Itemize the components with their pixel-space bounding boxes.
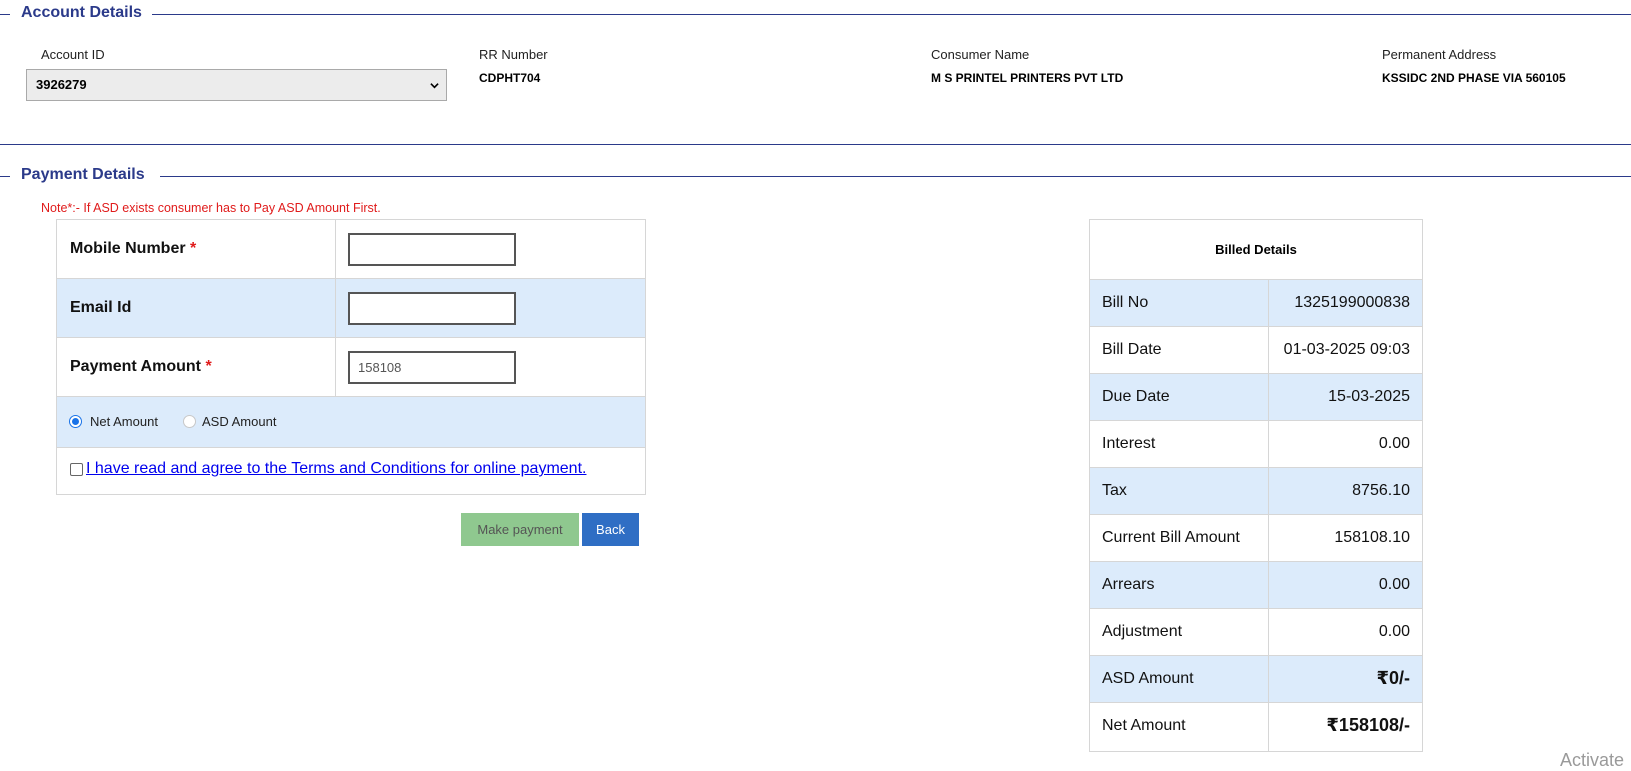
back-button[interactable]: Back — [582, 513, 639, 546]
header-tick — [0, 176, 10, 177]
arrears-label: Arrears — [1102, 576, 1155, 593]
payment-amount-input[interactable]: 158108 — [348, 351, 516, 384]
email-input[interactable] — [348, 292, 516, 325]
account-id-label: Account ID — [41, 47, 105, 62]
table-row: Tax 8756.10 — [1090, 468, 1422, 515]
row-divider — [335, 220, 336, 278]
interest-label: Interest — [1102, 435, 1156, 452]
adjustment-label: Adjustment — [1102, 623, 1183, 640]
mobile-row: Mobile Number * — [57, 220, 645, 279]
current-bill-value: 158108.10 — [1334, 529, 1410, 546]
current-bill-label: Current Bill Amount — [1102, 529, 1240, 546]
asd-amount-label: ASD Amount — [202, 414, 277, 429]
arrears-value: 0.00 — [1378, 576, 1410, 593]
amount-row: Payment Amount * 158108 — [57, 338, 645, 397]
payment-form: Mobile Number * Email Id Payment Amount … — [56, 219, 646, 495]
asd-amount-row-value: ₹0/- — [1376, 668, 1410, 688]
cell-divider — [1268, 703, 1269, 751]
cell-divider — [1268, 515, 1269, 561]
mobile-input[interactable] — [348, 233, 516, 266]
permanent-address-value: KSSIDC 2ND PHASE VIA 560105 — [1382, 71, 1566, 85]
permanent-address-label: Permanent Address — [1382, 47, 1497, 62]
billed-details-table: Billed Details Bill No 1325199000838 Bil… — [1089, 219, 1423, 752]
table-row: Adjustment 0.00 — [1090, 609, 1422, 656]
section-divider — [0, 144, 1631, 145]
net-amount-label: Net Amount — [90, 414, 158, 429]
email-row: Email Id — [57, 279, 645, 338]
table-row: Bill No 1325199000838 — [1090, 280, 1422, 327]
chevron-down-icon — [430, 83, 439, 89]
table-row: Arrears 0.00 — [1090, 562, 1422, 609]
billed-details-title: Billed Details — [1090, 220, 1422, 280]
cell-divider — [1268, 562, 1269, 608]
consumer-name-label: Consumer Name — [931, 47, 1030, 62]
mobile-label: Mobile Number * — [70, 240, 196, 258]
tax-value: 8756.10 — [1352, 482, 1410, 499]
table-row: Net Amount ₹158108/- — [1090, 703, 1422, 751]
amount-label-text: Payment Amount — [70, 358, 201, 375]
due-date-value: 15-03-2025 — [1328, 388, 1410, 405]
activate-watermark: Activate — [1560, 750, 1625, 770]
header-tick — [0, 14, 10, 15]
table-row: Due Date 15-03-2025 — [1090, 374, 1422, 421]
header-rule — [152, 14, 1631, 15]
amount-type-row: Net Amount ASD Amount — [57, 397, 645, 448]
cell-divider — [1268, 280, 1269, 326]
table-row: Current Bill Amount 158108.10 — [1090, 515, 1422, 562]
consumer-name-value: M S PRINTEL PRINTERS PVT LTD — [931, 71, 1124, 85]
table-row: Interest 0.00 — [1090, 421, 1422, 468]
payment-details-header: Payment Details — [0, 166, 1631, 186]
email-label: Email Id — [70, 299, 132, 316]
account-id-value: 3926279 — [36, 77, 87, 92]
bill-date-label: Bill Date — [1102, 341, 1162, 358]
amount-label: Payment Amount * — [70, 358, 212, 376]
row-divider — [335, 279, 336, 337]
make-payment-button[interactable]: Make payment — [461, 513, 579, 546]
bill-no-label: Bill No — [1102, 294, 1149, 311]
cell-divider — [1268, 609, 1269, 655]
net-amount-row-value: ₹158108/- — [1326, 715, 1410, 735]
account-details-title: Account Details — [21, 4, 142, 21]
payment-details-title: Payment Details — [21, 166, 145, 183]
table-row: Bill Date 01-03-2025 09:03 — [1090, 327, 1422, 374]
cell-divider — [1268, 656, 1269, 702]
account-details-header: Account Details — [0, 4, 1631, 24]
cell-divider — [1268, 327, 1269, 373]
terms-link[interactable]: I have read and agree to the Terms and C… — [86, 460, 586, 478]
rr-number-value: CDPHT704 — [479, 71, 541, 85]
cell-divider — [1268, 421, 1269, 467]
mobile-label-text: Mobile Number — [70, 240, 186, 257]
terms-checkbox[interactable] — [70, 463, 83, 476]
account-id-select[interactable]: 3926279 — [26, 69, 447, 101]
header-rule — [160, 176, 1631, 177]
cell-divider — [1268, 374, 1269, 420]
required-mark: * — [205, 358, 212, 375]
adjustment-value: 0.00 — [1378, 623, 1410, 640]
bill-date-value: 01-03-2025 09:03 — [1283, 341, 1410, 358]
net-amount-row-label: Net Amount — [1102, 717, 1186, 734]
due-date-label: Due Date — [1102, 388, 1170, 405]
row-divider — [335, 338, 336, 396]
bill-no-value: 1325199000838 — [1294, 294, 1410, 311]
tax-label: Tax — [1102, 482, 1127, 499]
terms-row: I have read and agree to the Terms and C… — [57, 448, 645, 494]
cell-divider — [1268, 468, 1269, 514]
asd-amount-row-label: ASD Amount — [1102, 670, 1194, 687]
required-mark: * — [190, 240, 197, 257]
rr-number-label: RR Number — [479, 47, 548, 62]
interest-value: 0.00 — [1378, 435, 1410, 452]
asd-amount-radio[interactable] — [183, 415, 196, 428]
net-amount-radio[interactable] — [69, 415, 82, 428]
asd-note: Note*:- If ASD exists consumer has to Pa… — [41, 201, 381, 215]
table-row: ASD Amount ₹0/- — [1090, 656, 1422, 703]
